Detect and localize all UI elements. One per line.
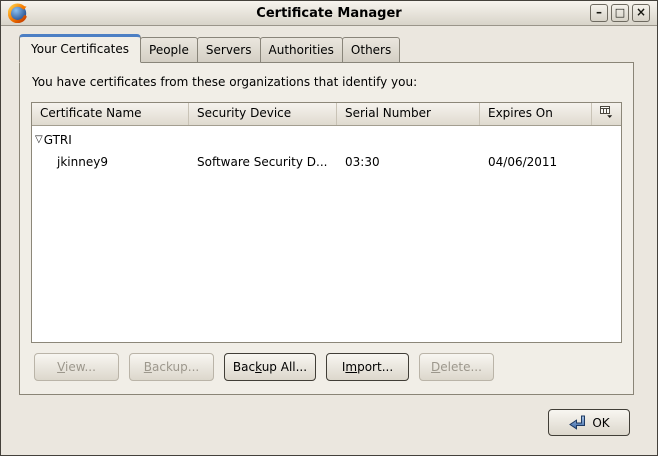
column-header-security-device[interactable]: Security Device: [189, 103, 337, 125]
ok-button[interactable]: OK: [548, 409, 630, 436]
view-button[interactable]: View...: [34, 353, 119, 381]
ok-button-label: OK: [592, 416, 609, 430]
window-controls: – □ ×: [590, 4, 650, 22]
tab-others[interactable]: Others: [342, 37, 400, 63]
action-buttons: View... Backup... Backup All... Import..…: [34, 353, 622, 381]
backup-button[interactable]: Backup...: [129, 353, 214, 381]
certificate-manager-window: Certificate Manager – □ × Your Certifica…: [0, 0, 658, 456]
close-button[interactable]: ×: [632, 4, 650, 22]
firefox-icon: [8, 3, 28, 23]
enter-arrow-icon: [568, 415, 586, 430]
tree-row-gtri[interactable]: ▽ GTRI: [32, 129, 621, 151]
cert-name-cell: jkinney9: [32, 155, 189, 169]
backup-all-button[interactable]: Backup All...: [224, 353, 316, 381]
certificate-tree: Certificate Name Security Device Serial …: [31, 102, 622, 343]
tab-servers[interactable]: Servers: [197, 37, 261, 63]
tab-your-certificates[interactable]: Your Certificates: [19, 34, 141, 63]
dialog-footer: OK: [1, 395, 657, 436]
tree-body: ▽ GTRI jkinney9 Software Security D... 0…: [32, 129, 621, 173]
tree-header: Certificate Name Security Device Serial …: [32, 103, 621, 126]
org-group-cell: ▽ GTRI: [32, 133, 189, 147]
column-header-serial-number[interactable]: Serial Number: [337, 103, 480, 125]
intro-text: You have certificates from these organiz…: [32, 75, 622, 89]
cert-expires-cell: 04/06/2011: [480, 155, 592, 169]
column-header-certificate-name[interactable]: Certificate Name: [32, 103, 189, 125]
titlebar[interactable]: Certificate Manager – □ ×: [1, 1, 657, 26]
column-header-expires-on[interactable]: Expires On: [480, 103, 592, 125]
expander-icon[interactable]: ▽: [35, 135, 43, 145]
maximize-button[interactable]: □: [611, 4, 629, 22]
column-picker-button[interactable]: [592, 103, 621, 125]
window-title: Certificate Manager: [1, 6, 657, 21]
cert-device-cell: Software Security D...: [189, 155, 337, 169]
tab-authorities[interactable]: Authorities: [260, 37, 343, 63]
cert-serial-cell: 03:30: [337, 155, 480, 169]
tab-people[interactable]: People: [140, 37, 198, 63]
delete-button[interactable]: Delete...: [419, 353, 494, 381]
import-button[interactable]: Import...: [326, 353, 409, 381]
column-picker-icon: [600, 104, 613, 125]
tab-strip: Your Certificates People Servers Authori…: [1, 26, 657, 63]
org-name: GTRI: [44, 133, 72, 147]
tree-row-jkinney9[interactable]: jkinney9 Software Security D... 03:30 04…: [32, 151, 621, 173]
your-certificates-panel: You have certificates from these organiz…: [19, 62, 634, 395]
minimize-button[interactable]: –: [590, 4, 608, 22]
